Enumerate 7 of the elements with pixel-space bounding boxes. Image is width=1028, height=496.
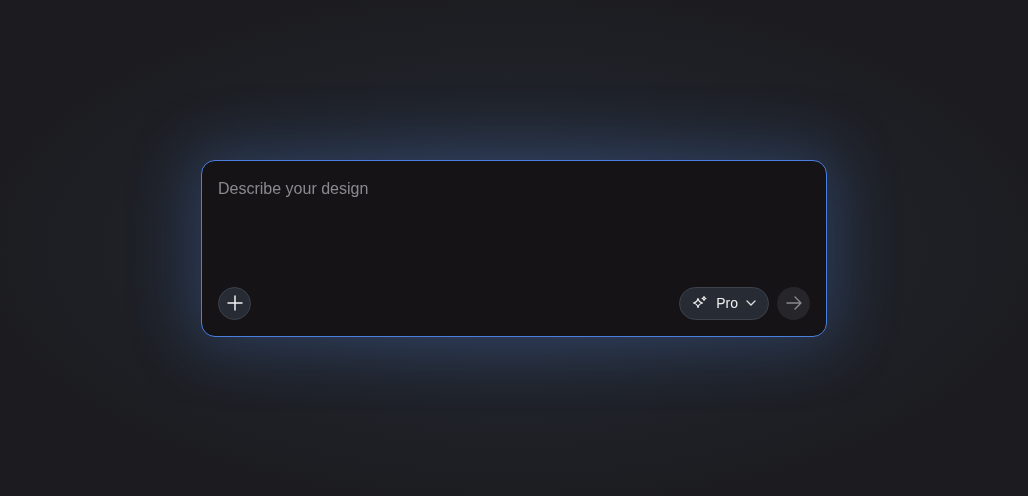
sparkle-icon — [692, 295, 709, 311]
chevron-down-icon — [746, 300, 756, 306]
add-button[interactable] — [218, 286, 251, 320]
arrow-right-icon — [785, 296, 802, 310]
plus-icon — [226, 295, 243, 311]
prompt-field[interactable]: Describe your design Pro — [201, 159, 827, 337]
model-picker[interactable]: Pro — [679, 286, 769, 320]
